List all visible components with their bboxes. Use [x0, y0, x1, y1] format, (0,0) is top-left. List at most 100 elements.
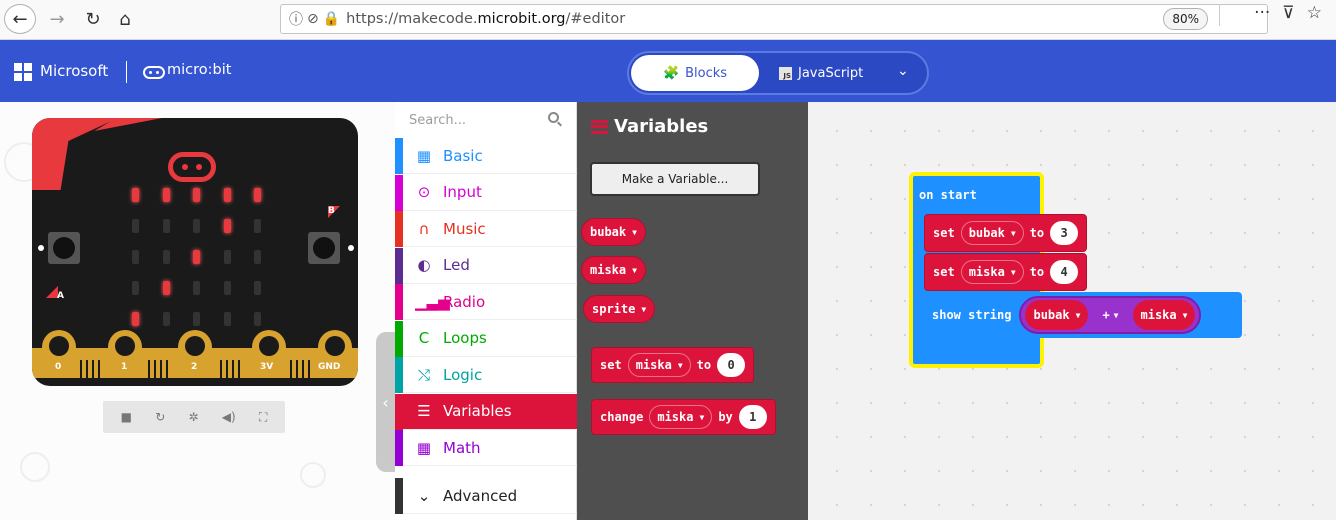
variable-block-sprite[interactable]: sprite ▼ — [583, 295, 656, 323]
category-color-bar — [395, 430, 403, 466]
edge-connector: 0 1 2 3V GND — [32, 326, 358, 386]
search-icon[interactable] — [548, 112, 559, 123]
operator-dropdown[interactable]: + ▼ — [1094, 308, 1126, 322]
led-pixel — [132, 188, 139, 202]
variable-dropdown[interactable]: bubak ▼ — [960, 221, 1024, 245]
join-expression[interactable]: bubak ▼ + ▼ miska ▼ — [1019, 296, 1202, 334]
variable-dropdown[interactable]: miska ▼ — [1132, 300, 1196, 330]
caret-down-icon: ▼ — [1010, 228, 1016, 238]
variable-block-miska[interactable]: miska ▼ — [581, 256, 646, 284]
led-pixel — [162, 250, 170, 264]
led-pixel — [193, 219, 200, 233]
chevron-down-icon: ⌄ — [417, 486, 431, 505]
lock-icon[interactable]: 🔒 — [323, 11, 340, 27]
blocks-workspace[interactable]: on start set bubak ▼ to 3 set miska ▼ to 4… — [808, 102, 1336, 520]
zoom-level[interactable]: 80% — [1163, 8, 1208, 30]
make-variable-button[interactable]: Make a Variable... — [590, 162, 760, 196]
variable-dropdown[interactable]: miska ▼ — [649, 405, 713, 429]
toolbox-category-loops[interactable]: C Loops — [395, 320, 577, 357]
led-pixel — [223, 281, 231, 295]
tab-javascript[interactable]: JS JavaScript — [779, 55, 863, 91]
reload-icon[interactable]: ↻ — [80, 4, 106, 34]
toolbox-category-basic[interactable]: ▦ Basic — [395, 138, 577, 174]
forward-arrow-icon[interactable]: → — [44, 4, 70, 34]
button-b[interactable] — [308, 232, 340, 264]
toolbox-category-advanced[interactable]: ⌄ Advanced — [395, 478, 577, 514]
edge-stripe — [92, 360, 94, 378]
tab-blocks-label: Blocks — [685, 65, 728, 81]
toolbox-category-math[interactable]: ▦ Math — [395, 430, 577, 466]
sound-icon[interactable]: ◀) — [222, 410, 236, 424]
edge-stripe — [166, 360, 168, 378]
variable-dropdown[interactable]: miska ▼ — [960, 260, 1024, 284]
button-b-label: B — [328, 206, 335, 216]
toolbox-category-radio[interactable]: ▁▃▅ Radio — [395, 284, 577, 320]
set-bubak-block[interactable]: set bubak ▼ to 3 — [924, 214, 1088, 252]
number-input[interactable]: 4 — [1050, 260, 1079, 284]
show-string-block[interactable]: show string bubak ▼ + ▼ miska ▼ — [924, 292, 1242, 338]
category-color-bar — [395, 174, 403, 211]
microbit-brand[interactable]: micro:bit — [167, 62, 231, 78]
variable-block-bubak[interactable]: bubak ▼ — [581, 218, 646, 246]
category-label: Radio — [443, 292, 486, 311]
bookmark-star-icon[interactable]: ☆ — [1307, 3, 1322, 23]
tracking-icon[interactable]: ⊘ — [307, 11, 319, 27]
caret-down-icon: ▼ — [632, 227, 637, 237]
toolbox-category-led[interactable]: ◐ Led — [395, 247, 577, 284]
url-actions: ··· ⊽ ☆ — [1254, 3, 1322, 23]
caret-down-icon: ▼ — [1182, 310, 1188, 320]
tab-blocks[interactable]: 🧩 Blocks — [631, 55, 759, 91]
edge-stripe — [154, 360, 156, 378]
number-input[interactable]: 0 — [717, 353, 746, 377]
led-pixel — [132, 219, 139, 233]
fullscreen-icon[interactable]: ⛶ — [259, 410, 267, 425]
home-icon[interactable]: ⌂ — [112, 4, 138, 34]
background-decoration — [300, 462, 326, 488]
back-arrow-icon[interactable]: ← — [4, 4, 36, 34]
pin-label-0: 0 — [55, 362, 62, 372]
address-bar[interactable]: ⓘ ⊘ 🔒 https://makecode.microbit.org/#edi… — [280, 4, 1268, 34]
debug-icon[interactable]: ✲ — [188, 410, 198, 424]
toolbox: Search... ▦ Basic ⊙ Input ∩ Music ◐ Led ▁▃▅ Radio… — [395, 102, 577, 520]
search-input[interactable]: Search... — [395, 102, 577, 138]
toolbox-category-variables[interactable]: ☰ Variables — [395, 393, 577, 430]
more-actions-icon[interactable]: ··· — [1254, 3, 1270, 23]
category-color-bar — [395, 211, 403, 247]
number-input[interactable]: 1 — [738, 405, 767, 429]
pin-label-gnd: GND — [318, 362, 341, 372]
change-variable-block[interactable]: change miska ▼ by 1 — [591, 399, 776, 435]
variable-dropdown[interactable]: bubak ▼ — [1025, 300, 1089, 330]
info-icon[interactable]: ⓘ — [289, 9, 303, 29]
headphones-icon: ∩ — [418, 219, 430, 238]
toolbox-category-logic[interactable]: ⤭ Logic — [395, 357, 577, 393]
category-color-bar — [395, 393, 403, 430]
restart-icon[interactable]: ↻ — [155, 410, 165, 424]
led-pixel — [223, 188, 231, 202]
led-pixel — [223, 219, 231, 233]
button-a[interactable] — [48, 232, 80, 264]
led-pixel — [223, 250, 231, 264]
number-input[interactable]: 3 — [1050, 221, 1079, 245]
block-keyword: show string — [932, 308, 1012, 322]
set-variable-block[interactable]: set miska ▼ to 0 — [591, 347, 755, 383]
variable-dropdown[interactable]: miska ▼ — [627, 353, 691, 377]
edge-stripe — [86, 360, 88, 378]
microbit-board[interactable]: A B 0 1 2 3V GND — [32, 118, 358, 386]
pocket-icon[interactable]: ⊽ — [1282, 3, 1294, 23]
toolbox-category-music[interactable]: ∩ Music — [395, 211, 577, 247]
microsoft-brand[interactable]: Microsoft — [40, 62, 108, 80]
caret-down-icon: ▼ — [632, 265, 637, 275]
pin-label-3v: 3V — [260, 362, 274, 372]
chevron-down-icon[interactable]: ⌄ — [897, 63, 909, 79]
caret-down-icon: ▼ — [641, 304, 647, 314]
url-text[interactable]: https://makecode.microbit.org/#editor — [346, 11, 625, 27]
set-miska-block[interactable]: set miska ▼ to 4 — [924, 253, 1088, 291]
button-a-label: A — [57, 291, 64, 301]
caret-down-icon: ▼ — [1010, 267, 1016, 277]
led-pixel — [254, 312, 261, 326]
variables-flyout: Variables Make a Variable... bubak ▼ misk… — [577, 102, 808, 520]
board-decoration — [32, 118, 162, 190]
toolbox-category-input[interactable]: ⊙ Input — [395, 174, 577, 211]
stop-icon[interactable]: ■ — [121, 410, 132, 424]
collapse-simulator-button[interactable]: ‹ — [376, 332, 395, 472]
